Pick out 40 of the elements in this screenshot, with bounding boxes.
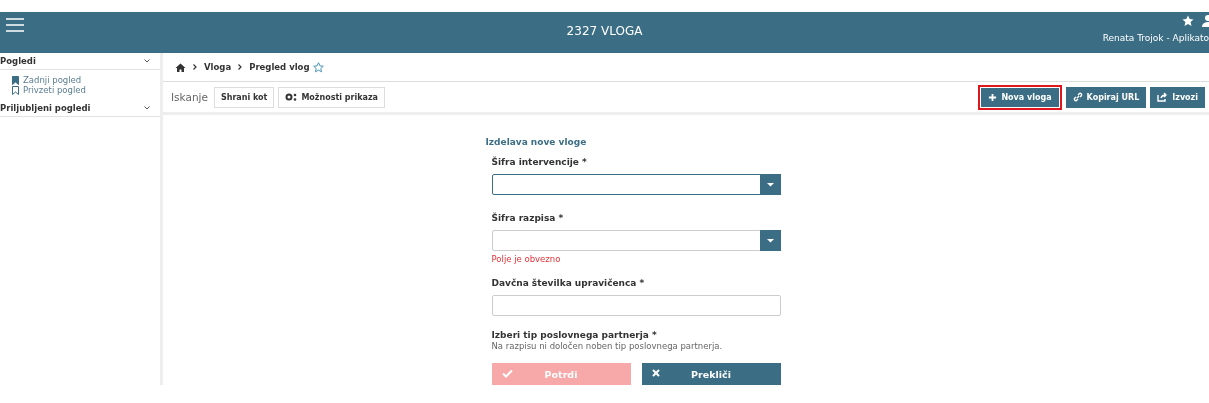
dropdown-caret-icon[interactable] [759, 174, 781, 195]
star-icon[interactable] [1182, 15, 1194, 27]
chevron-right-icon [193, 64, 197, 70]
chevron-icon[interactable] [144, 106, 150, 110]
close-icon [651, 369, 660, 377]
menu-icon[interactable] [6, 18, 24, 32]
form-title: Izdelava nove vloge [485, 137, 588, 147]
toolbar-button[interactable]: Kopiraj URL [1065, 86, 1147, 108]
breadcrumb-link[interactable]: Vloga [204, 62, 232, 72]
cancel-button[interactable]: Prekliči [641, 363, 781, 385]
field-label: Izberi tip poslovnega partnerja * [491, 330, 658, 340]
info-text: Na razpisu ni določen noben tip poslovnega partnerja. [491, 341, 724, 351]
home-icon[interactable] [175, 62, 186, 72]
toolbar-button[interactable]: Možnosti prikaza [278, 86, 385, 108]
toolbar-button[interactable]: Shrani kot [213, 86, 275, 108]
field-label: Šifra intervencije * [491, 157, 588, 167]
input-field[interactable] [491, 295, 781, 316]
plus-icon [988, 92, 998, 102]
user-icon[interactable] [1202, 15, 1209, 27]
search-label: Iskanje [171, 91, 208, 103]
sidebar-item[interactable]: Zadnji pogled [23, 75, 82, 85]
sidebar-item[interactable]: Privzeti pogled [23, 85, 86, 95]
select-field[interactable] [491, 174, 781, 195]
page-title: 2327 VLOGA [566, 24, 643, 38]
toolbar-button[interactable]: Nova vloga [978, 84, 1062, 110]
breadcrumb-link[interactable]: Pregled vlog [249, 62, 310, 72]
link-icon [1072, 92, 1083, 102]
field-label: Šifra razpisa * [491, 213, 565, 223]
chevron-icon[interactable] [144, 59, 150, 63]
export-icon [1157, 92, 1169, 102]
section-header[interactable]: Pogledi [0, 53, 160, 70]
dropdown-caret-icon[interactable] [759, 230, 781, 251]
check-icon [501, 369, 513, 378]
star-outline-icon[interactable] [312, 61, 324, 73]
user-name: Renata Trojok - Aplikato [1102, 33, 1209, 43]
section-header[interactable]: Priljubljeni pogledi [0, 100, 160, 117]
error-message: Polje je obvezno [491, 254, 562, 264]
toolbar-button[interactable]: Izvozi [1150, 86, 1205, 108]
field-label: Davčna številka upravičenca * [491, 278, 646, 288]
chevron-right-icon [238, 64, 243, 70]
